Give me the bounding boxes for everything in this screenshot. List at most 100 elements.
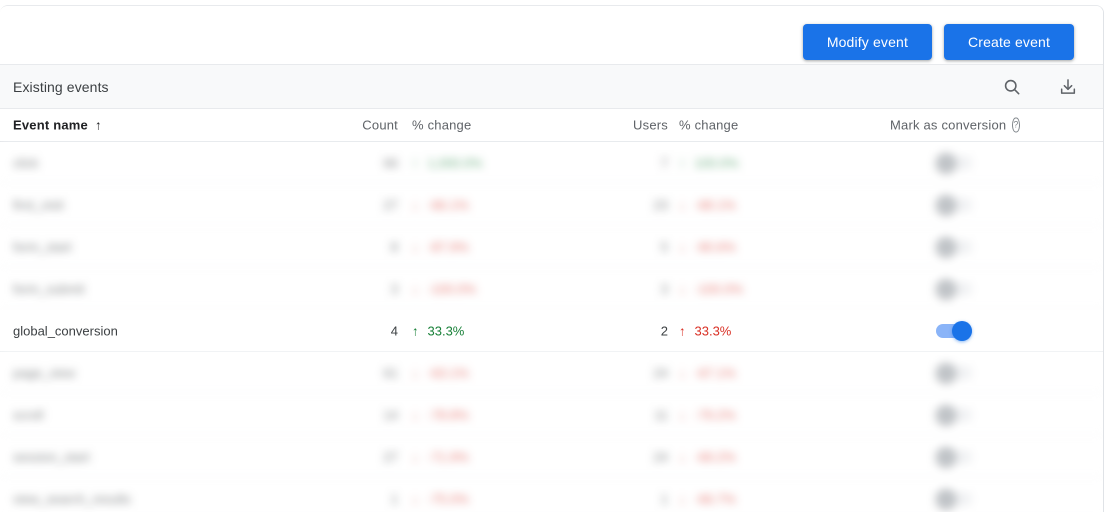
trend-arrow-icon: ↓	[412, 281, 419, 296]
trend-arrow-icon: ↓	[412, 365, 419, 380]
mark-as-conversion-cell	[890, 446, 1018, 467]
event-count-cell: 4	[390, 323, 398, 338]
event-users-cell: 24	[653, 449, 668, 464]
toggle-knob	[936, 362, 956, 383]
event-name-cell: view_search_results	[13, 491, 131, 506]
event-count-change-cell: ↓ -100.0%	[412, 281, 476, 296]
create-event-button[interactable]: Create event	[944, 24, 1074, 60]
event-count-change-value: -100.0%	[427, 281, 476, 296]
mark-as-conversion-toggle[interactable]	[936, 404, 972, 425]
toggle-knob	[936, 236, 956, 257]
mark-as-conversion-toggle[interactable]	[936, 362, 972, 383]
event-users-cell: 5	[660, 239, 668, 254]
event-count-change-value: 1,000.0%	[427, 155, 483, 170]
column-header-count-change[interactable]: % change	[412, 118, 471, 133]
event-users-cell: 1	[660, 491, 668, 506]
mark-as-conversion-toggle[interactable]	[936, 236, 972, 257]
help-icon[interactable]: ?	[1012, 117, 1020, 133]
event-count-change-value: -75.0%	[427, 491, 469, 506]
event-users-cell: 24	[653, 365, 668, 380]
mark-as-conversion-cell	[890, 488, 1018, 509]
existing-events-band: Existing events	[0, 64, 1103, 109]
event-count-cell: 1	[390, 491, 398, 506]
table-header-row: Event name ↑ Count % change Users % chan…	[0, 109, 1103, 142]
mark-as-conversion-toggle[interactable]	[936, 194, 972, 215]
column-header-users-change[interactable]: % change	[679, 118, 738, 133]
trend-arrow-icon: ↓	[412, 491, 419, 506]
toggle-knob	[936, 404, 956, 425]
trend-arrow-icon: ↓	[679, 197, 686, 212]
table-row[interactable]: scroll 14 ↓ -78.8% 11 ↓ -79.2%	[0, 394, 1103, 436]
event-name-cell: session_start	[13, 449, 90, 464]
event-users-change-value: 33.3%	[694, 323, 732, 338]
column-header-count[interactable]: Count	[330, 118, 398, 133]
event-users-change-value: -100.0%	[694, 281, 743, 296]
toggle-knob	[936, 488, 956, 509]
trend-arrow-icon: ↑	[412, 323, 419, 338]
event-users-cell: 23	[653, 197, 668, 212]
event-users-change-cell: ↓ -69.2%	[679, 449, 736, 464]
event-count-change-value: -78.8%	[427, 407, 469, 422]
mark-as-conversion-toggle[interactable]	[936, 278, 972, 299]
mark-as-conversion-toggle[interactable]	[936, 320, 972, 341]
table-row[interactable]: form_submit 3 ↓ -100.0% 3 ↓ -100.0%	[0, 268, 1103, 310]
event-count-change-cell: ↓ -87.9%	[412, 239, 469, 254]
event-name-cell: global_conversion	[13, 323, 118, 338]
table-row[interactable]: global_conversion 4 ↑ 33.3% 2 ↑ 33.3%	[0, 310, 1103, 352]
event-users-change-cell: ↓ -66.7%	[679, 491, 736, 506]
event-count-cell: 14	[383, 407, 398, 422]
download-icon[interactable]	[1057, 76, 1079, 98]
toggle-knob	[936, 152, 956, 173]
event-users-cell: 2	[660, 323, 668, 338]
table-row[interactable]: form_start 8 ↓ -87.9% 5 ↓ -90.6%	[0, 226, 1103, 268]
event-count-change-cell: ↓ -66.1%	[412, 197, 469, 212]
trend-arrow-icon: ↓	[679, 407, 686, 422]
mark-as-conversion-cell	[890, 278, 1018, 299]
event-name-cell: form_submit	[13, 281, 85, 296]
table-row[interactable]: first_visit 27 ↓ -66.1% 23 ↓ -68.1%	[0, 184, 1103, 226]
modify-event-button[interactable]: Modify event	[802, 24, 932, 60]
event-name-cell: form_start	[13, 239, 72, 254]
trend-arrow-icon: ↓	[412, 197, 419, 212]
trend-arrow-icon: ↓	[679, 281, 686, 296]
event-users-change-value: -67.1%	[694, 365, 736, 380]
event-users-change-cell: ↑ 33.3%	[679, 323, 731, 338]
event-count-cell: 3	[390, 281, 398, 296]
mark-as-conversion-toggle[interactable]	[936, 446, 972, 467]
event-users-change-value: -90.6%	[694, 239, 736, 254]
mark-as-conversion-cell	[890, 362, 1018, 383]
mark-as-conversion-cell	[890, 152, 1018, 173]
trend-arrow-icon: ↓	[412, 407, 419, 422]
column-header-users[interactable]: Users	[600, 118, 668, 133]
table-body: click 66 ↑ 1,000.0% 7 ↑ 100.0% first_visit 27 ↓ -6…	[0, 142, 1103, 512]
table-row[interactable]: page_view 61 ↓ -63.1% 24 ↓ -67.1%	[0, 352, 1103, 394]
table-row[interactable]: click 66 ↑ 1,000.0% 7 ↑ 100.0%	[0, 142, 1103, 184]
trend-arrow-icon: ↓	[412, 449, 419, 464]
search-icon[interactable]	[1001, 76, 1023, 98]
column-header-mark-as-conversion: Mark as conversion ?	[890, 117, 1020, 133]
event-name-cell: scroll	[13, 407, 44, 422]
trend-arrow-icon: ↓	[412, 239, 419, 254]
event-count-change-cell: ↑ 1,000.0%	[412, 155, 482, 170]
event-name-cell: first_visit	[13, 197, 64, 212]
trend-arrow-icon: ↓	[679, 239, 686, 254]
column-header-event-name[interactable]: Event name ↑	[13, 118, 102, 133]
mark-as-conversion-cell	[890, 320, 1018, 341]
trend-arrow-icon: ↑	[679, 155, 686, 170]
sort-ascending-icon: ↑	[94, 117, 102, 133]
event-users-cell: 11	[654, 407, 669, 422]
event-count-change-value: -66.1%	[427, 197, 469, 212]
toggle-knob	[936, 194, 956, 215]
mark-as-conversion-toggle[interactable]	[936, 488, 972, 509]
event-name-cell: page_view	[13, 365, 76, 380]
table-row[interactable]: session_start 27 ↓ -71.9% 24 ↓ -69.2%	[0, 436, 1103, 478]
section-title: Existing events	[13, 78, 109, 95]
event-users-cell: 7	[660, 155, 668, 170]
table-row[interactable]: view_search_results 1 ↓ -75.0% 1 ↓ -66.7%	[0, 478, 1103, 512]
trend-arrow-icon: ↓	[679, 449, 686, 464]
event-count-cell: 66	[383, 155, 398, 170]
band-icon-group	[1001, 76, 1079, 98]
event-users-change-value: -69.2%	[694, 449, 736, 464]
mark-as-conversion-toggle[interactable]	[936, 152, 972, 173]
event-users-change-cell: ↓ -79.2%	[679, 407, 736, 422]
